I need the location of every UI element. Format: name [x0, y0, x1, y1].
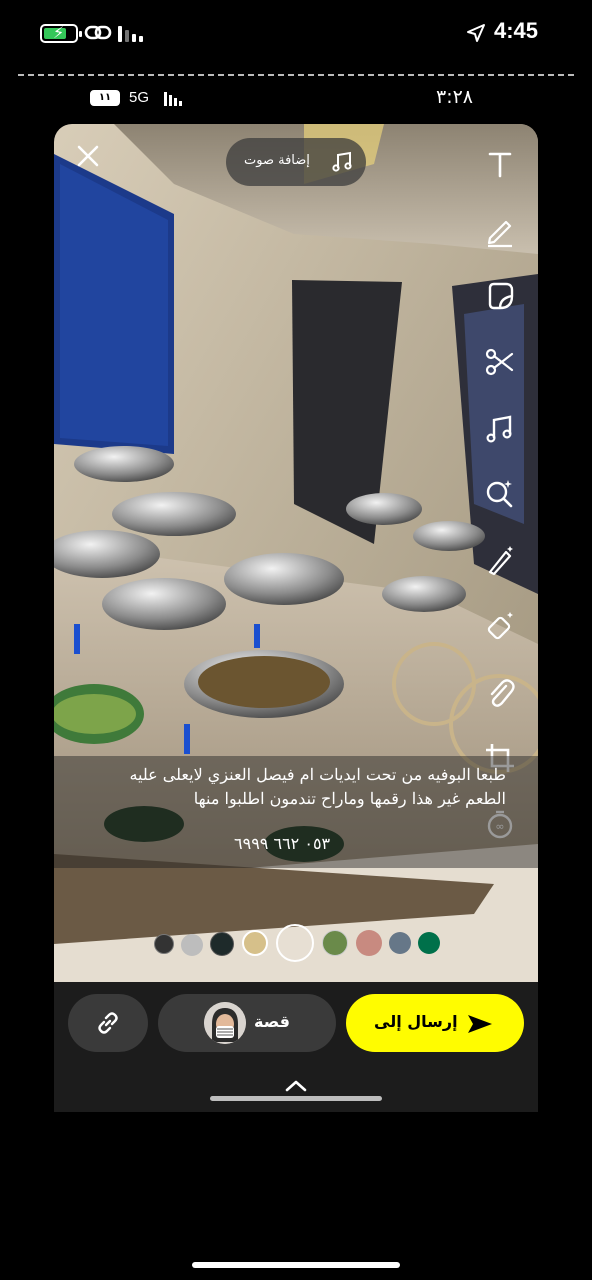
- status-bar: ⚡ 4:45: [0, 0, 592, 70]
- divider: [18, 74, 574, 76]
- lens-search-icon[interactable]: [480, 474, 520, 514]
- text-tool-icon[interactable]: [480, 144, 520, 184]
- home-indicator[interactable]: [192, 1262, 400, 1268]
- filter-thumb[interactable]: [154, 934, 174, 954]
- send-to-button[interactable]: إرسال إلى: [346, 994, 524, 1052]
- close-icon[interactable]: [72, 140, 104, 172]
- inner-signal-icon: [164, 92, 186, 106]
- chevron-up-icon[interactable]: [284, 1078, 308, 1092]
- filter-thumb[interactable]: [210, 932, 234, 956]
- caption-box[interactable]: طبعا البوفيه من تحت ايديات ام فيصل العنز…: [54, 756, 538, 868]
- link-icon: [98, 1012, 118, 1034]
- eraser-icon[interactable]: [480, 606, 520, 646]
- filter-carousel: [54, 924, 538, 964]
- hotspot-link-icon: [84, 25, 112, 40]
- inner-status-bar: ١١ 5G ٣:٢٨: [0, 84, 592, 114]
- my-story-button[interactable]: قصة: [158, 994, 336, 1052]
- scissors-icon[interactable]: [480, 342, 520, 382]
- filter-thumb[interactable]: [389, 932, 411, 954]
- filter-thumb[interactable]: [356, 930, 382, 956]
- add-sound-button[interactable]: إضافة صوت: [226, 138, 366, 186]
- caption-line-2: الطعم غير هذا رقمها وماراح تندمون اطلبوا…: [193, 789, 506, 808]
- caption-line-1: طبعا البوفيه من تحت ايديات ام فيصل العنز…: [129, 765, 506, 784]
- snap-editor: إضافة صوت ∞ طبعا البوفيه من تحت ايديات ا…: [54, 124, 538, 1112]
- location-arrow-icon: [467, 24, 485, 42]
- sticker-icon[interactable]: [480, 276, 520, 316]
- paperclip-icon[interactable]: [480, 672, 520, 712]
- music-note-icon: [332, 151, 352, 172]
- caption-phone: ٠٥٣ ٦٦٢ ٦٩٩٩: [234, 834, 331, 853]
- inner-time: ٣:٢٨: [436, 86, 474, 108]
- pen-tool-icon[interactable]: [480, 210, 520, 250]
- status-time: 4:45: [494, 18, 539, 43]
- inner-battery-icon: ١١: [90, 90, 120, 106]
- magic-wand-icon[interactable]: [480, 540, 520, 580]
- drawer-handle[interactable]: [210, 1096, 382, 1101]
- network-label: 5G: [129, 89, 150, 106]
- filter-thumb[interactable]: [418, 932, 440, 954]
- filter-thumb[interactable]: [181, 934, 203, 956]
- bitmoji-avatar: [204, 1002, 246, 1044]
- send-arrow-icon: [468, 1015, 492, 1033]
- filter-thumb[interactable]: [322, 930, 348, 956]
- bottom-action-bar: قصة إرسال إلى: [54, 982, 538, 1112]
- filter-selected-ring[interactable]: [276, 924, 314, 962]
- add-sound-label: إضافة صوت: [244, 153, 310, 168]
- music-tool-icon[interactable]: [480, 408, 520, 448]
- send-to-label: إرسال إلى: [374, 1012, 458, 1031]
- attach-link-button[interactable]: [68, 994, 148, 1052]
- filter-thumb[interactable]: [242, 930, 268, 956]
- battery-icon: ⚡: [40, 23, 82, 43]
- story-label: قصة: [254, 1012, 290, 1031]
- cellular-signal-icon: [118, 26, 146, 42]
